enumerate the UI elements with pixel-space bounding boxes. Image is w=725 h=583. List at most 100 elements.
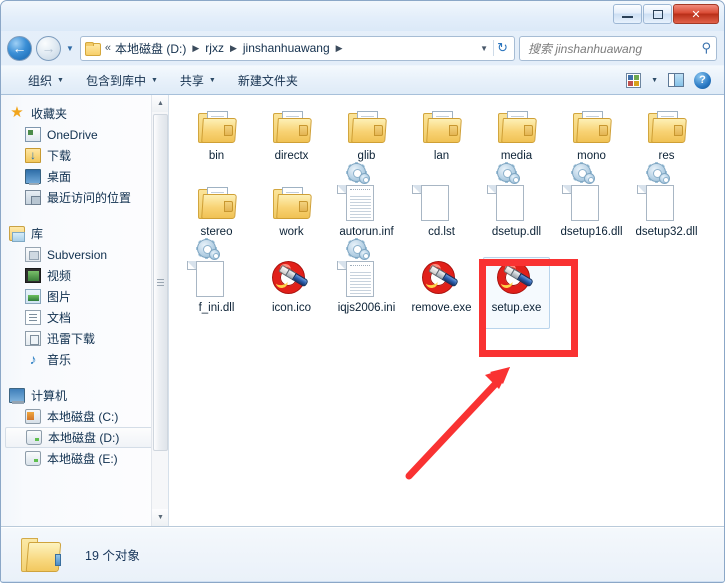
sidebar-item-label: 图片 [47, 290, 72, 304]
sidebar-header-favorites[interactable]: ★ 收藏夹 [1, 103, 168, 124]
forward-arrow-icon: → [41, 40, 56, 56]
maximize-button[interactable] [643, 4, 672, 24]
file-list-pane[interactable]: bin directx glib lan media mono res stereo work a… [169, 95, 724, 526]
file-name-label: f_ini.dll [198, 302, 235, 314]
new-folder-button[interactable]: 新建文件夹 [227, 68, 309, 93]
file-item[interactable]: autorun.inf [329, 162, 404, 257]
sidebar-item-thunder-download[interactable]: 迅雷下载 [1, 328, 168, 349]
sidebar-header-computer[interactable]: 计算机 [1, 385, 168, 406]
file-item[interactable]: cd.lst [404, 181, 479, 257]
include-in-library-button[interactable]: 包含到库中 ▼ [75, 68, 169, 93]
sidebar-group-libraries: 库 Subversion 视频 图片 文档 迅雷下载 ♪ 音乐 [1, 223, 168, 370]
sidebar-item-drive-e[interactable]: 本地磁盘 (E:) [1, 448, 168, 469]
sidebar-item-desktop[interactable]: 桌面 [1, 166, 168, 187]
minimize-icon [622, 16, 633, 18]
sidebar-item-onedrive[interactable]: OneDrive [1, 124, 168, 145]
breadcrumb-segment-jinshanhuawang[interactable]: jinshanhuawang [242, 41, 331, 55]
window-controls: ✕ [613, 4, 719, 24]
forward-button[interactable]: → [36, 35, 61, 61]
file-item[interactable]: stereo [179, 181, 254, 257]
breadcrumb-separator-icon[interactable]: ▶ [225, 43, 242, 54]
sidebar-item-music[interactable]: ♪ 音乐 [1, 349, 168, 370]
file-item[interactable]: res [629, 105, 704, 181]
sidebar-item-recent-places[interactable]: 最近访问的位置 [1, 187, 168, 208]
sidebar-scrollbar[interactable]: ▲ ▼ [151, 95, 168, 526]
sidebar-item-drive-d[interactable]: 本地磁盘 (D:) [5, 427, 160, 448]
preview-pane-icon [668, 73, 684, 87]
file-item[interactable]: bin [179, 105, 254, 181]
file-item[interactable]: dsetup.dll [479, 162, 554, 257]
scroll-down-button[interactable]: ▼ [152, 509, 168, 526]
share-button[interactable]: 共享 ▼ [169, 68, 227, 93]
file-name-label: lan [433, 150, 450, 162]
sidebar-item-documents[interactable]: 文档 [1, 307, 168, 328]
chevron-up-icon: ▲ [157, 100, 164, 107]
help-icon: ? [694, 71, 711, 89]
chevron-down-icon: ▼ [208, 76, 216, 84]
recent-places-icon [25, 190, 41, 205]
view-dropdown-button[interactable]: ▼ [646, 74, 663, 87]
history-dropdown-button[interactable]: ▼ [64, 44, 76, 53]
chevron-down-icon: ▼ [150, 76, 158, 84]
sidebar-item-videos[interactable]: 视频 [1, 265, 168, 286]
preview-pane-button[interactable] [663, 70, 689, 90]
file-item[interactable]: glib [329, 105, 404, 181]
change-view-button[interactable] [621, 70, 646, 91]
breadcrumb-separator-icon[interactable]: ▶ [187, 43, 204, 54]
sidebar-header-label: 库 [31, 227, 44, 241]
scrollbar-thumb[interactable] [153, 114, 168, 451]
help-button[interactable]: ? [689, 69, 716, 92]
file-name-label: stereo [200, 226, 233, 238]
sidebar-item-label: 最近访问的位置 [47, 191, 132, 205]
sidebar-item-pictures[interactable]: 图片 [1, 286, 168, 307]
breadcrumb-overflow-icon[interactable]: « [104, 42, 114, 54]
back-button[interactable]: ← [7, 35, 32, 61]
file-name-label: icon.ico [272, 302, 311, 314]
sidebar-header-label: 计算机 [31, 389, 68, 403]
file-item[interactable]: media [479, 105, 554, 181]
file-item[interactable]: dsetup16.dll [554, 162, 629, 257]
file-item[interactable]: f_ini.dll [179, 238, 254, 333]
item-count-label: 19 个对象 [85, 549, 140, 563]
close-button[interactable]: ✕ [673, 4, 719, 24]
file-item[interactable]: icon.ico [254, 257, 329, 333]
organize-button[interactable]: 组织 ▼ [17, 68, 75, 93]
minimize-button[interactable] [613, 4, 642, 24]
file-name-label: res [658, 150, 675, 162]
organize-label: 组织 [28, 73, 53, 88]
address-bar-row: ← → ▼ « 本地磁盘 (D:) ▶ rjxz ▶ jinshanhuawan… [1, 31, 724, 65]
onedrive-icon [25, 127, 41, 142]
title-bar: ✕ [1, 1, 724, 31]
breadcrumb-dropdown-icon[interactable]: ▼ [475, 44, 493, 53]
sidebar-item-downloads[interactable]: 下载 [1, 145, 168, 166]
sidebar-header-libraries[interactable]: 库 [1, 223, 168, 244]
music-icon: ♪ [29, 351, 37, 367]
annotation-highlight-box [479, 259, 578, 357]
file-item[interactable]: mono [554, 105, 629, 181]
navigation-pane[interactable]: ★ 收藏夹 OneDrive 下载 桌面 最近访问的位置 [1, 95, 169, 526]
explorer-window: ✕ ← → ▼ « 本地磁盘 (D:) ▶ rjxz ▶ jinshanhuaw… [0, 0, 725, 583]
subversion-icon [25, 247, 41, 262]
refresh-icon[interactable]: ↻ [493, 40, 511, 56]
maximize-icon [652, 9, 663, 19]
videos-icon [25, 268, 41, 283]
file-item[interactable]: dsetup32.dll [629, 162, 704, 257]
file-item[interactable]: lan [404, 105, 479, 181]
breadcrumb-segment-drive[interactable]: 本地磁盘 (D:) [114, 40, 187, 57]
breadcrumb-separator-icon[interactable]: ▶ [331, 43, 348, 54]
sidebar-group-computer: 计算机 本地磁盘 (C:) 本地磁盘 (D:) 本地磁盘 (E:) [1, 385, 168, 469]
sidebar-item-drive-c[interactable]: 本地磁盘 (C:) [1, 406, 168, 427]
drive-e-icon [25, 451, 41, 466]
file-item[interactable]: directx [254, 105, 329, 181]
file-item[interactable]: iqjs2006.ini [329, 238, 404, 333]
sidebar-item-subversion[interactable]: Subversion [1, 244, 168, 265]
folder-icon [19, 536, 63, 574]
scroll-up-button[interactable]: ▲ [152, 95, 168, 112]
breadcrumb-segment-rjxz[interactable]: rjxz [204, 41, 225, 55]
search-input[interactable]: 搜索 jinshanhuawang ⚲ [519, 35, 717, 61]
file-item[interactable]: work [254, 181, 329, 257]
file-item[interactable]: remove.exe [404, 257, 479, 333]
breadcrumb[interactable]: « 本地磁盘 (D:) ▶ rjxz ▶ jinshanhuawang ▶ ▼ … [79, 35, 515, 61]
